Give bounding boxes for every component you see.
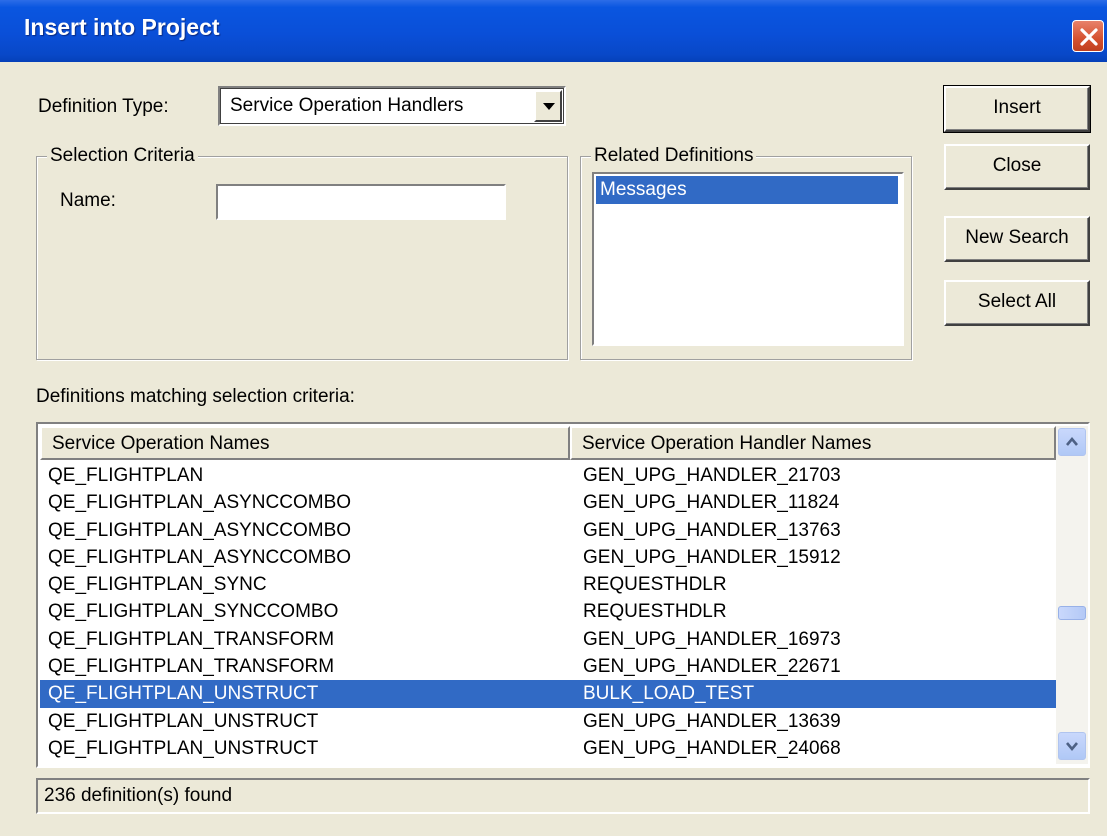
service-operation-name: QE_FLIGHTPLAN_TRANSFORM — [48, 628, 335, 650]
handler-name: BULK_LOAD_TEST — [583, 683, 755, 705]
table-row[interactable]: QE_FLIGHTPLAN_SYNC REQUESTHDLR — [40, 571, 1056, 598]
handler-name: GEN_UPG_HANDLER_11824 — [583, 492, 840, 514]
column-header-service-operation-names[interactable]: Service Operation Names — [40, 426, 570, 460]
service-operation-name: QE_FLIGHTPLAN_ASYNCCOMBO — [48, 546, 352, 568]
chevron-up-icon — [1066, 436, 1078, 446]
handler-name: GEN_UPG_HANDLER_22671 — [583, 656, 841, 678]
table-row[interactable]: QE_FLIGHTPLAN_UNSTRUCT GEN_UPG_HANDLER_24… — [40, 735, 1056, 762]
grid-rows: QE_FLIGHTPLAN GEN_UPG_HANDLER_21703 QE_FL… — [40, 462, 1056, 762]
scroll-thumb[interactable] — [1058, 606, 1086, 620]
status-text: 236 definition(s) found — [44, 785, 233, 806]
handler-name: GEN_UPG_HANDLER_13763 — [583, 519, 841, 541]
handler-name: REQUESTHDLR — [583, 574, 727, 596]
table-row[interactable]: QE_FLIGHTPLAN_UNSTRUCT GEN_UPG_HANDLER_13… — [40, 708, 1056, 735]
definition-type-label: Definition Type: — [38, 96, 169, 117]
table-row[interactable]: QE_FLIGHTPLAN_ASYNCCOMBO GEN_UPG_HANDLER_… — [40, 489, 1056, 516]
name-input[interactable] — [216, 184, 506, 220]
chevron-down-icon — [543, 103, 555, 110]
handler-name: GEN_UPG_HANDLER_21703 — [583, 465, 841, 486]
matching-definitions-label: Definitions matching selection criteria: — [36, 386, 355, 407]
table-row-selected[interactable]: QE_FLIGHTPLAN_UNSTRUCT BULK_LOAD_TEST — [40, 680, 1056, 708]
chevron-down-icon — [1066, 742, 1078, 752]
scroll-down-button[interactable] — [1058, 732, 1086, 760]
definitions-grid[interactable]: Service Operation Names Service Operatio… — [36, 422, 1090, 768]
related-definitions-list[interactable]: Messages — [592, 172, 904, 346]
grid-vertical-scrollbar[interactable] — [1056, 426, 1088, 764]
table-row[interactable]: QE_FLIGHTPLAN_ASYNCCOMBO GEN_UPG_HANDLER_… — [40, 517, 1056, 544]
select-all-button[interactable]: Select All — [944, 280, 1090, 326]
table-row[interactable]: QE_FLIGHTPLAN GEN_UPG_HANDLER_21703 — [40, 462, 1056, 489]
related-definitions-legend: Related Definitions — [591, 145, 757, 167]
service-operation-name: QE_FLIGHTPLAN_SYNC — [48, 574, 267, 596]
service-operation-name: QE_FLIGHTPLAN_ASYNCCOMBO — [48, 492, 352, 514]
close-icon — [1080, 28, 1098, 46]
table-row[interactable]: QE_FLIGHTPLAN_TRANSFORM GEN_UPG_HANDLER_1… — [40, 626, 1056, 653]
service-operation-name: QE_FLIGHTPLAN — [48, 465, 204, 486]
status-bar: 236 definition(s) found — [36, 778, 1090, 814]
service-operation-name: QE_FLIGHTPLAN_TRANSFORM — [48, 656, 335, 678]
definition-type-dropdown-button[interactable] — [534, 90, 562, 122]
service-operation-name: QE_FLIGHTPLAN_UNSTRUCT — [48, 683, 319, 705]
column-header-handler-names[interactable]: Service Operation Handler Names — [570, 426, 1056, 460]
name-label: Name: — [60, 190, 116, 211]
selection-criteria-legend: Selection Criteria — [47, 145, 198, 167]
service-operation-name: QE_FLIGHTPLAN_UNSTRUCT — [48, 710, 319, 732]
handler-name: GEN_UPG_HANDLER_24068 — [583, 737, 841, 759]
handler-name: REQUESTHDLR — [583, 601, 727, 623]
definition-type-select[interactable]: Service Operation Handlers — [218, 86, 566, 126]
handler-name: GEN_UPG_HANDLER_15912 — [583, 546, 841, 568]
service-operation-name: QE_FLIGHTPLAN_SYNCCOMBO — [48, 601, 339, 623]
related-definitions-item-messages[interactable]: Messages — [596, 176, 898, 204]
window-title: Insert into Project — [24, 14, 220, 40]
insert-button[interactable]: Insert — [943, 85, 1091, 133]
table-row[interactable]: QE_FLIGHTPLAN_SYNCCOMBO REQUESTHDLR — [40, 598, 1056, 625]
close-button[interactable]: Close — [944, 144, 1090, 190]
title-bar: Insert into Project — [0, 0, 1107, 62]
handler-name: GEN_UPG_HANDLER_16973 — [583, 628, 841, 650]
scroll-up-button[interactable] — [1058, 428, 1086, 456]
new-search-button[interactable]: New Search — [944, 216, 1090, 262]
service-operation-name: QE_FLIGHTPLAN_UNSTRUCT — [48, 737, 319, 759]
handler-name: GEN_UPG_HANDLER_13639 — [583, 710, 841, 732]
table-row[interactable]: QE_FLIGHTPLAN_ASYNCCOMBO GEN_UPG_HANDLER_… — [40, 544, 1056, 571]
definition-type-value: Service Operation Handlers — [230, 95, 464, 116]
table-row[interactable]: QE_FLIGHTPLAN_TRANSFORM GEN_UPG_HANDLER_2… — [40, 653, 1056, 680]
window-close-button[interactable] — [1072, 20, 1104, 52]
service-operation-name: QE_FLIGHTPLAN_ASYNCCOMBO — [48, 519, 352, 541]
